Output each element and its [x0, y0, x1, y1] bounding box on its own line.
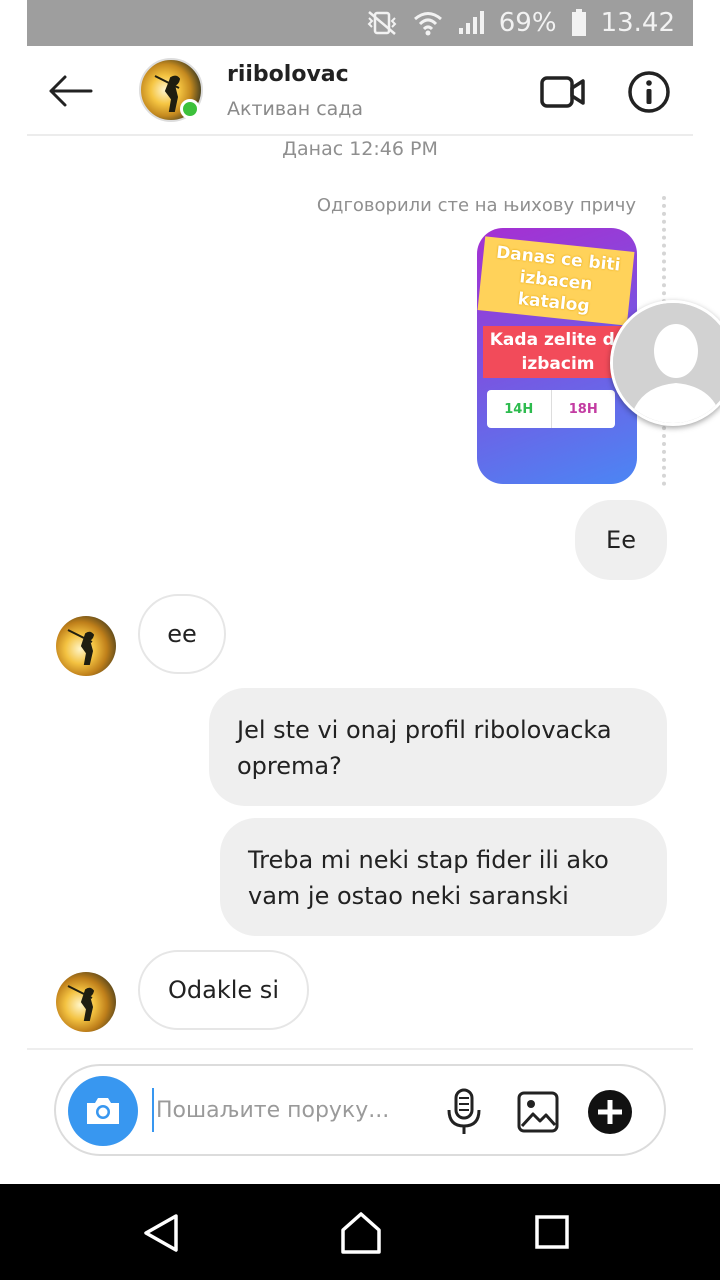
composer-divider [27, 1048, 693, 1050]
poll-option-1: 14H [487, 390, 552, 428]
fisherman-silhouette-icon [67, 629, 95, 665]
online-indicator [180, 99, 200, 119]
battery-icon [571, 9, 587, 37]
wifi-icon [413, 10, 443, 36]
poll-option-2: 18H [568, 401, 598, 417]
nav-back-button[interactable] [140, 1212, 182, 1254]
info-icon [628, 71, 670, 113]
message-input[interactable] [152, 1088, 422, 1132]
system-navigation-bar [0, 1184, 720, 1280]
message-outgoing[interactable]: Jel ste vi onaj profil ribolovacka oprem… [209, 688, 667, 806]
triangle-back-icon [144, 1214, 178, 1252]
more-options-button[interactable] [586, 1088, 634, 1136]
message-outgoing[interactable]: Ee [575, 500, 667, 580]
chat-timestamp: Данас 12:46 PM [282, 138, 438, 160]
clock: 13.42 [600, 8, 675, 38]
message-incoming[interactable]: ee [138, 594, 226, 674]
message-outgoing[interactable]: Treba mi neki stap fider ili ako vam je … [220, 818, 667, 936]
status-bar: 69% 13.42 [27, 0, 693, 46]
back-button[interactable] [45, 68, 95, 114]
camera-icon [87, 1098, 119, 1124]
battery-percent: 69% [498, 8, 557, 38]
camera-button[interactable] [68, 1076, 138, 1146]
story-text-1: Danas ce biti izbacen katalog [477, 236, 635, 326]
voice-message-button[interactable] [444, 1088, 484, 1136]
home-icon [341, 1212, 381, 1254]
fisherman-silhouette-icon [67, 985, 95, 1021]
microphone-icon [447, 1088, 481, 1134]
video-call-button[interactable] [539, 72, 587, 112]
square-recents-icon [535, 1215, 569, 1249]
story-poll: 14H 18H [487, 390, 615, 428]
back-arrow-icon [49, 75, 93, 107]
signal-icon [457, 10, 485, 36]
message-composer [54, 1064, 666, 1156]
gallery-icon [517, 1091, 559, 1133]
sender-avatar[interactable] [56, 972, 116, 1032]
plus-icon [588, 1090, 632, 1134]
screen: 69% 13.42 riibolovac Активан сада Данас … [0, 0, 720, 1280]
chat-header: riibolovac Активан сада [27, 46, 693, 136]
story-reply-note: Одговорили сте на њихову причу [316, 195, 636, 216]
sender-avatar[interactable] [56, 616, 116, 676]
default-user-icon [613, 303, 720, 423]
info-button[interactable] [627, 70, 671, 114]
gallery-button[interactable] [516, 1090, 560, 1134]
nav-recents-button[interactable] [534, 1214, 570, 1250]
video-call-icon [540, 76, 585, 108]
nav-home-button[interactable] [338, 1210, 384, 1256]
user-status: Активан сада [227, 98, 364, 120]
vibrate-mute-icon [365, 10, 399, 36]
username[interactable]: riibolovac [227, 62, 349, 87]
message-incoming[interactable]: Odakle si [138, 950, 309, 1030]
